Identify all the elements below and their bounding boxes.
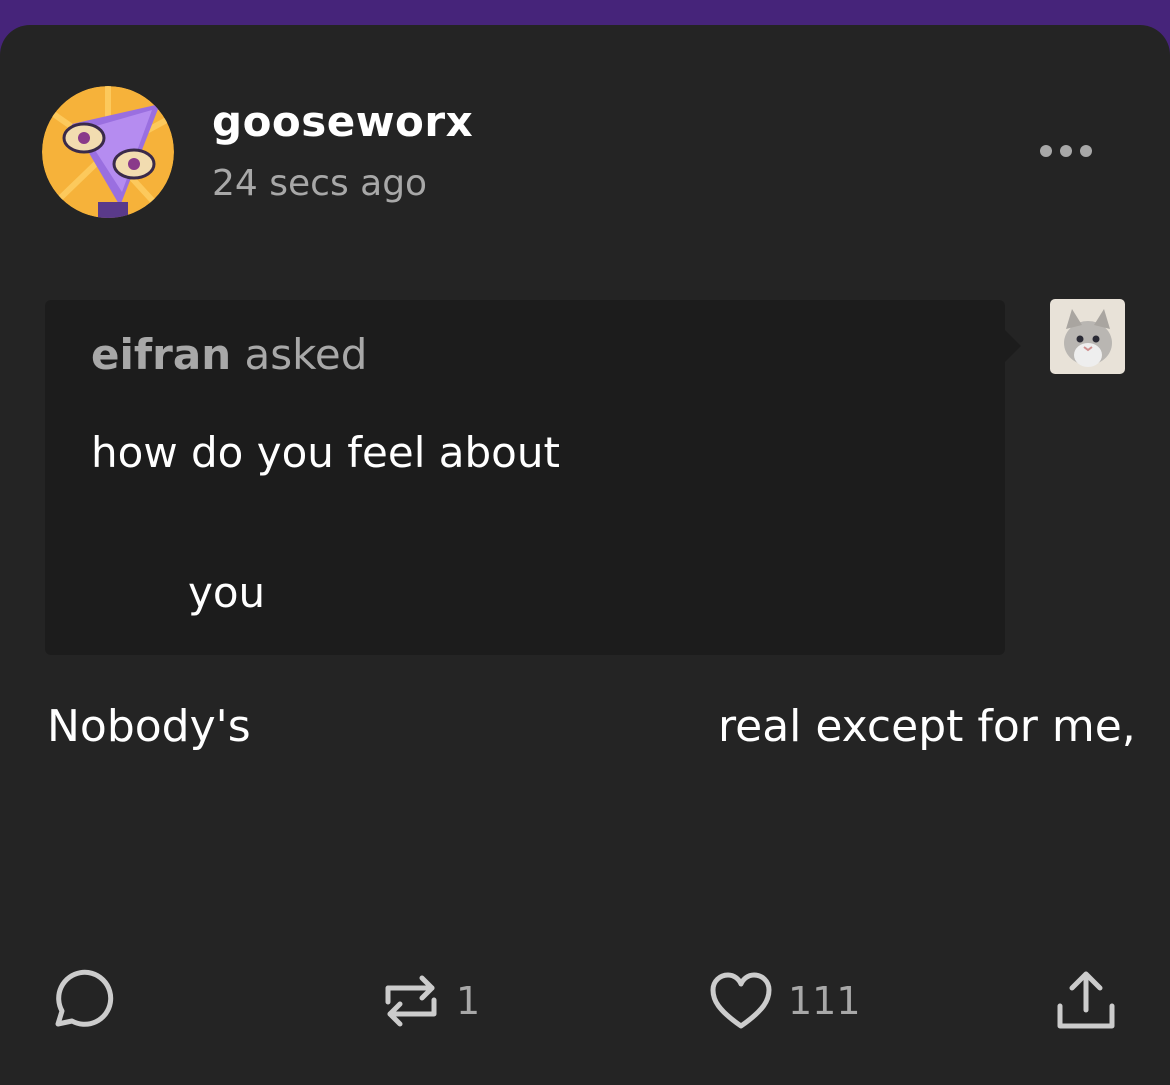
share-button[interactable] bbox=[1054, 965, 1118, 1037]
asked-label: asked bbox=[244, 330, 368, 379]
comment-button[interactable] bbox=[46, 965, 114, 1037]
reblog-count: 1 bbox=[456, 979, 481, 1023]
asker-line: eifran asked bbox=[91, 330, 367, 379]
username[interactable]: gooseworx bbox=[212, 97, 473, 146]
dot bbox=[1060, 145, 1072, 157]
more-options-icon[interactable] bbox=[1040, 137, 1110, 165]
dot bbox=[1040, 145, 1052, 157]
answer-text-1: Nobody's bbox=[47, 701, 251, 752]
question-line-2: you bbox=[188, 568, 266, 617]
asker-avatar[interactable] bbox=[1050, 299, 1125, 374]
reblog-button[interactable]: 1 bbox=[380, 965, 480, 1037]
like-count: 111 bbox=[788, 979, 861, 1023]
post-timestamp: 24 secs ago bbox=[212, 163, 428, 204]
post-card: gooseworx 24 secs ago eifran asked how d… bbox=[0, 25, 1170, 1085]
heart-icon bbox=[710, 972, 772, 1029]
reblog-icon bbox=[385, 975, 437, 1027]
share-icon bbox=[1057, 971, 1115, 1029]
asker-name[interactable]: eifran bbox=[91, 330, 231, 379]
user-avatar[interactable] bbox=[42, 86, 174, 218]
like-button[interactable]: 111 bbox=[708, 965, 861, 1037]
dot bbox=[1080, 145, 1092, 157]
ask-box: eifran asked how do you feel about you bbox=[45, 300, 1021, 655]
question-line-1: how do you feel about bbox=[91, 428, 560, 477]
answer-text-2: real except for me, bbox=[718, 701, 1136, 752]
comment-icon bbox=[55, 969, 114, 1027]
